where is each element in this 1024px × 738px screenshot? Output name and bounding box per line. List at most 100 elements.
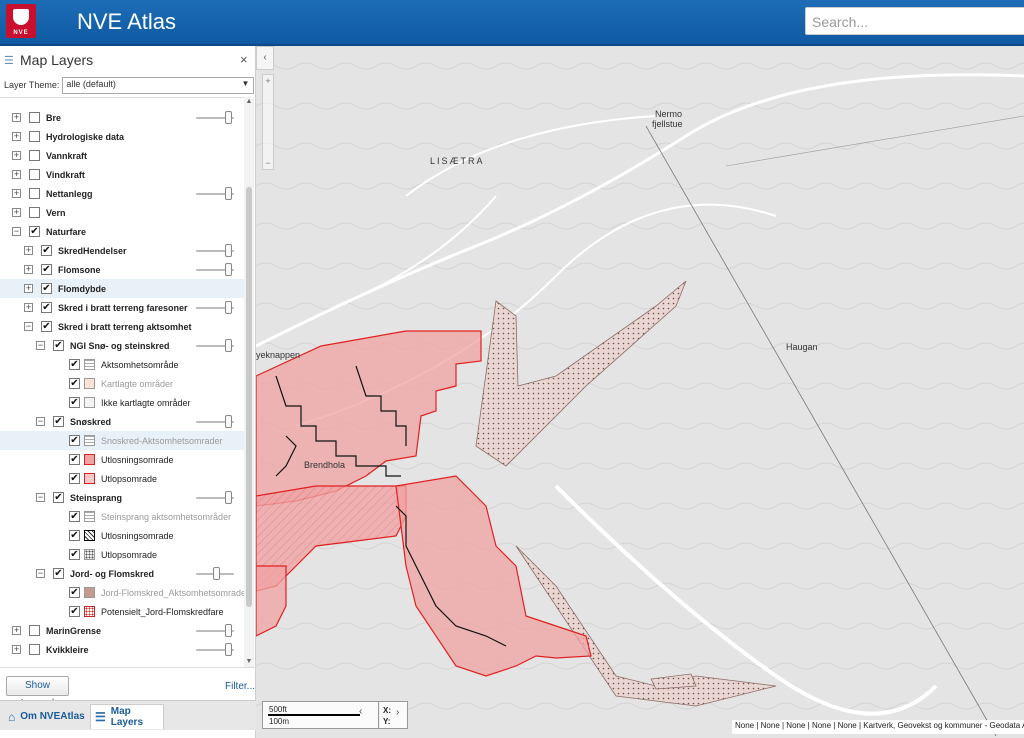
search-input[interactable]: Search... <box>805 7 1024 35</box>
opacity-slider[interactable] <box>196 643 234 656</box>
expand-icon[interactable]: + <box>24 303 33 312</box>
expand-icon[interactable]: + <box>12 626 21 635</box>
layer-checkbox[interactable] <box>29 644 40 655</box>
slider-thumb[interactable] <box>225 415 232 428</box>
collapse-icon[interactable]: − <box>36 341 45 350</box>
layer-checkbox[interactable]: ✔ <box>53 416 64 427</box>
expand-icon[interactable]: + <box>12 208 21 217</box>
collapse-icon[interactable]: − <box>36 569 45 578</box>
layer-row[interactable]: − ✔ Snøskred <box>0 412 244 431</box>
layer-row[interactable]: + Hydrologiske data <box>0 127 244 146</box>
opacity-slider[interactable] <box>196 187 234 200</box>
layer-row[interactable]: − ✔ Naturfare <box>0 222 244 241</box>
zoom-slider[interactable]: + − <box>262 74 274 170</box>
layer-checkbox[interactable]: ✔ <box>69 378 80 389</box>
layer-row[interactable]: ✔ Kartlagte områder <box>0 374 244 393</box>
layer-row[interactable]: ✔ Utlopsomrade <box>0 545 244 564</box>
layer-checkbox[interactable]: ✔ <box>41 321 52 332</box>
layer-checkbox[interactable]: ✔ <box>69 473 80 484</box>
expand-icon[interactable]: + <box>12 170 21 179</box>
opacity-slider[interactable] <box>196 111 234 124</box>
layer-checkbox[interactable]: ✔ <box>69 359 80 370</box>
expand-icon[interactable]: + <box>24 284 33 293</box>
opacity-slider[interactable] <box>196 624 234 637</box>
layer-row[interactable]: ✔ Steinsprang aktsomhetsområder <box>0 507 244 526</box>
layer-checkbox[interactable] <box>29 188 40 199</box>
layer-row[interactable]: ✔ Jord-Flomskred_Aktsomhetsomrader <box>0 583 244 602</box>
layer-checkbox[interactable]: ✔ <box>69 587 80 598</box>
layer-checkbox[interactable] <box>29 169 40 180</box>
close-icon[interactable]: × <box>240 52 248 67</box>
slider-thumb[interactable] <box>225 263 232 276</box>
expand-icon[interactable]: + <box>12 645 21 654</box>
layer-row[interactable]: ✔ Ikke kartlagte områder <box>0 393 244 412</box>
chevron-left-icon[interactable]: ‹ <box>359 706 362 717</box>
layer-checkbox[interactable] <box>29 625 40 636</box>
collapse-panel-button[interactable]: ‹ <box>256 46 274 70</box>
layer-checkbox[interactable]: ✔ <box>69 606 80 617</box>
scroll-down-icon[interactable]: ▼ <box>244 657 254 667</box>
layer-row[interactable]: + ✔ Skred i bratt terreng faresoner <box>0 298 244 317</box>
layer-checkbox[interactable] <box>29 150 40 161</box>
layer-row[interactable]: + Vannkraft <box>0 146 244 165</box>
show-legend-button[interactable]: Show Legend <box>6 676 69 709</box>
zoom-in-icon[interactable]: + <box>263 76 273 86</box>
layer-row[interactable]: + Kvikkleire <box>0 640 244 659</box>
layer-checkbox[interactable]: ✔ <box>53 492 64 503</box>
layer-row[interactable]: + Nettanlegg <box>0 184 244 203</box>
tab-map-layers[interactable]: ☰ Map Layers <box>90 704 164 729</box>
expand-icon[interactable]: + <box>12 113 21 122</box>
layer-checkbox[interactable]: ✔ <box>69 397 80 408</box>
nve-logo[interactable]: NVE <box>6 4 36 38</box>
scrollbar-thumb[interactable] <box>246 187 252 607</box>
opacity-slider[interactable] <box>196 567 234 580</box>
slider-thumb[interactable] <box>225 624 232 637</box>
layer-row[interactable]: ✔ Potensielt_Jord-Flomskredfare <box>0 602 244 621</box>
layer-checkbox[interactable]: ✔ <box>41 283 52 294</box>
layer-row[interactable]: + ✔ SkredHendelser <box>0 241 244 260</box>
tab-om-nveatlas[interactable]: ⌂ Om NVEAtlas <box>4 704 88 729</box>
opacity-slider[interactable] <box>196 491 234 504</box>
expand-icon[interactable]: + <box>24 246 33 255</box>
layer-checkbox[interactable]: ✔ <box>53 340 64 351</box>
layer-checkbox[interactable]: ✔ <box>41 302 52 313</box>
layer-row[interactable]: ✔ Utlosningsomrade <box>0 450 244 469</box>
expand-icon[interactable]: + <box>12 189 21 198</box>
layer-theme-select[interactable]: alle (default) ▼ <box>62 76 255 94</box>
collapse-icon[interactable]: − <box>36 417 45 426</box>
map-view[interactable]: ‹ + − LISÆTRA Nermo fjellstue Haugan yek… <box>256 46 1024 738</box>
layer-row[interactable]: − ✔ Steinsprang <box>0 488 244 507</box>
layer-checkbox[interactable]: ✔ <box>69 530 80 541</box>
slider-thumb[interactable] <box>225 643 232 656</box>
opacity-slider[interactable] <box>196 339 234 352</box>
slider-thumb[interactable] <box>225 301 232 314</box>
expand-icon[interactable]: + <box>24 265 33 274</box>
slider-thumb[interactable] <box>225 111 232 124</box>
layer-checkbox[interactable]: ✔ <box>41 264 52 275</box>
layer-checkbox[interactable]: ✔ <box>53 568 64 579</box>
layer-checkbox[interactable]: ✔ <box>69 454 80 465</box>
opacity-slider[interactable] <box>196 244 234 257</box>
expand-icon[interactable]: + <box>12 132 21 141</box>
filter-link[interactable]: Filter... <box>225 681 255 692</box>
expand-icon[interactable]: + <box>12 151 21 160</box>
layer-checkbox[interactable]: ✔ <box>69 549 80 560</box>
layer-row[interactable]: − ✔ NGI Snø- og steinskred <box>0 336 244 355</box>
layer-row[interactable]: − ✔ Skred i bratt terreng aktsomhet <box>0 317 244 336</box>
layer-row[interactable]: + MarinGrense <box>0 621 244 640</box>
collapse-icon[interactable]: − <box>36 493 45 502</box>
slider-thumb[interactable] <box>225 244 232 257</box>
collapse-icon[interactable]: − <box>12 227 21 236</box>
layer-tree-scrollbar[interactable]: ▲ ▼ <box>244 97 254 667</box>
slider-thumb[interactable] <box>225 187 232 200</box>
slider-thumb[interactable] <box>225 491 232 504</box>
layer-checkbox[interactable] <box>29 131 40 142</box>
layer-row[interactable]: − ✔ Jord- og Flomskred <box>0 564 244 583</box>
opacity-slider[interactable] <box>196 415 234 428</box>
scroll-up-icon[interactable]: ▲ <box>244 97 254 107</box>
chevron-right-icon[interactable]: › <box>396 707 399 718</box>
layer-row[interactable]: + Vindkraft <box>0 165 244 184</box>
layer-row[interactable]: + Vern <box>0 203 244 222</box>
layer-row[interactable]: + Bre <box>0 108 244 127</box>
layer-checkbox[interactable] <box>29 112 40 123</box>
